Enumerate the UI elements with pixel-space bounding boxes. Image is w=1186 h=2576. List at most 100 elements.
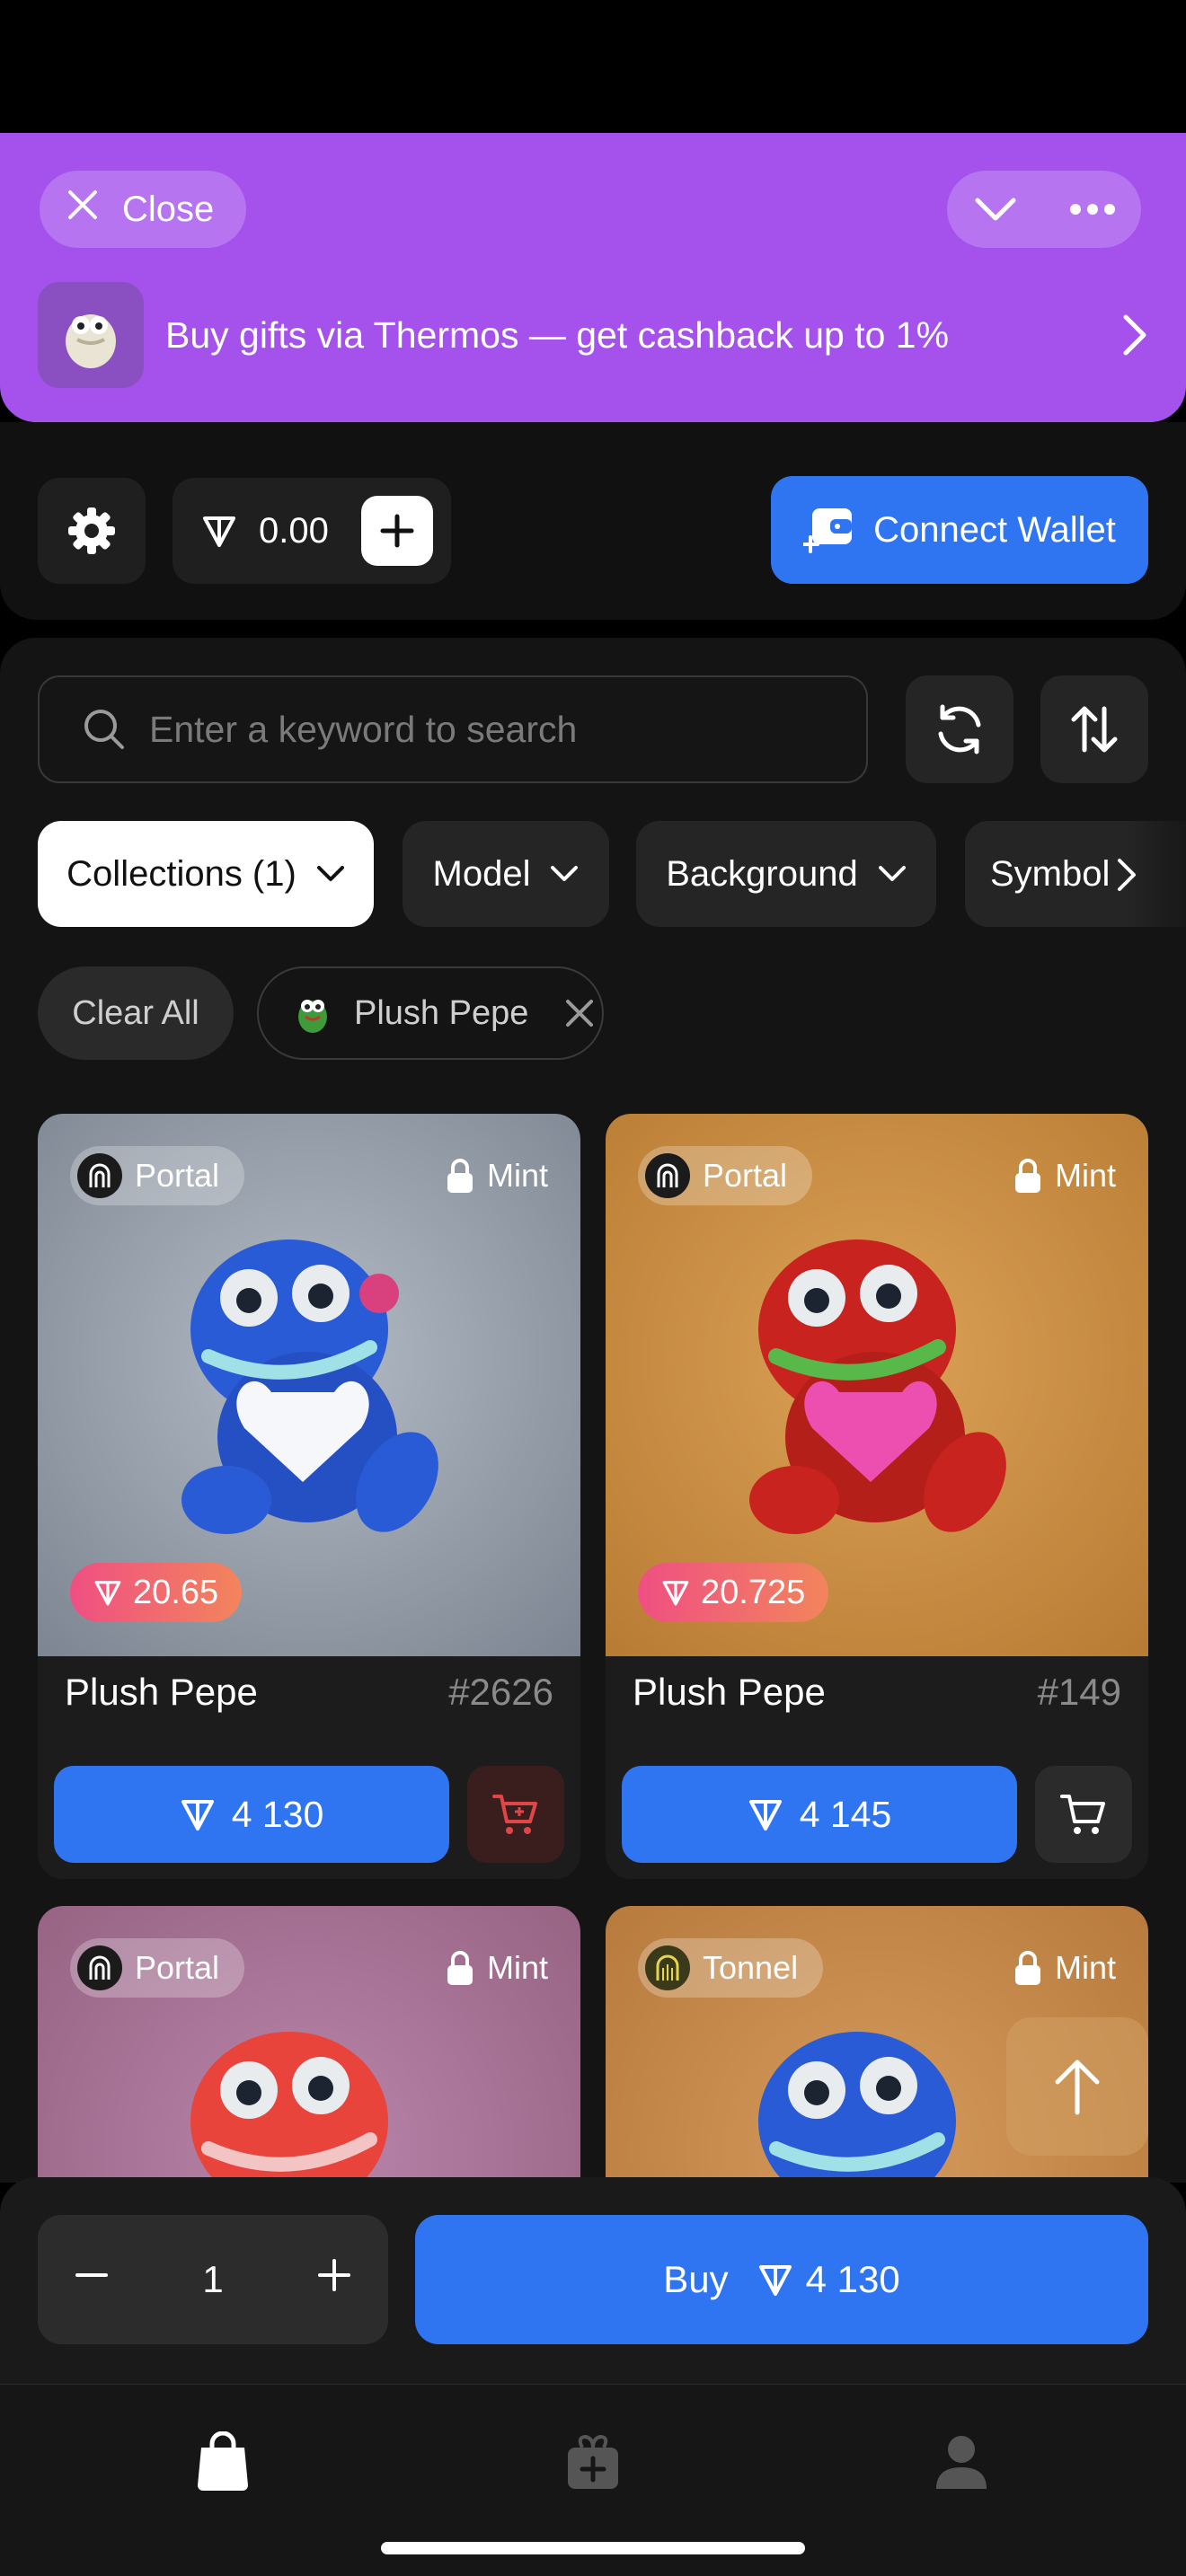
- gear-icon: [68, 507, 115, 554]
- plush-pepe-image: [749, 1239, 1006, 1534]
- chevron-down-icon: [551, 866, 579, 881]
- connect-wallet-button[interactable]: Connect Wallet: [771, 476, 1148, 584]
- add-funds-button[interactable]: [361, 496, 433, 566]
- refresh-icon: [938, 704, 981, 754]
- mint-badge: Mint: [1013, 1938, 1116, 1998]
- lock-icon: [447, 1951, 473, 1985]
- mint-badge: Mint: [1013, 1146, 1116, 1205]
- mint-label: Mint: [486, 1157, 548, 1194]
- quantity-stepper: 1: [38, 2215, 388, 2344]
- buy-button[interactable]: 4 145: [622, 1766, 1017, 1863]
- more-button[interactable]: [1044, 171, 1141, 248]
- search-input[interactable]: [149, 708, 832, 751]
- plush-pepe-image: [190, 2032, 388, 2183]
- source-label: Portal: [135, 1157, 220, 1194]
- gift-card[interactable]: Portal Mint: [38, 1906, 580, 2183]
- buy-button[interactable]: 4 130: [54, 1766, 449, 1863]
- gift-number: #2626: [448, 1671, 553, 1713]
- gift-image: Portal Mint: [38, 1906, 580, 2183]
- market-panel: Collections (1) Model Background Symbol …: [0, 638, 1186, 2183]
- active-filter-tag[interactable]: Plush Pepe: [257, 966, 604, 1060]
- source-badge: Portal: [638, 1146, 813, 1205]
- plus-icon: [317, 2259, 350, 2291]
- cart-button[interactable]: [1035, 1766, 1132, 1863]
- close-icon: [566, 1000, 594, 1027]
- ton-icon: [662, 1581, 689, 1606]
- floor-price: 20.725: [701, 1573, 806, 1611]
- arrow-up-icon: [1055, 2060, 1100, 2115]
- ton-icon: [181, 1800, 214, 1831]
- active-filter-label: Plush Pepe: [354, 993, 529, 1032]
- filter-collections[interactable]: Collections (1): [38, 821, 374, 927]
- settings-button[interactable]: [38, 478, 146, 584]
- close-icon: [65, 187, 101, 232]
- lock-icon: [447, 1159, 473, 1193]
- mint-label: Mint: [1054, 1949, 1116, 1986]
- filter-model[interactable]: Model: [403, 821, 609, 927]
- portal-logo-icon: [77, 1945, 122, 1990]
- gift-card[interactable]: Portal Mint 20.725 Plush Pepe #149 4 145: [606, 1114, 1148, 1879]
- collapse-button[interactable]: [947, 171, 1044, 248]
- plush-pepe-image: [758, 2032, 956, 2183]
- header-actions: [947, 171, 1141, 248]
- source-label: Portal: [703, 1157, 788, 1194]
- scroll-to-top-button[interactable]: [1006, 2017, 1148, 2156]
- buy-price: 4 145: [799, 1793, 892, 1835]
- portal-logo-icon: [77, 1153, 122, 1198]
- tab-market[interactable]: [178, 2417, 268, 2507]
- source-label: Portal: [135, 1949, 220, 1986]
- floor-price-badge: 20.65: [70, 1563, 243, 1622]
- refresh-button[interactable]: [906, 675, 1013, 783]
- clear-all-button[interactable]: Clear All: [38, 966, 234, 1060]
- sort-icon: [1071, 706, 1118, 753]
- decrease-button[interactable]: [74, 2257, 110, 2302]
- promo-text: Buy gifts via Thermos — get cashback up …: [165, 313, 950, 356]
- lock-icon: [1014, 1951, 1040, 1985]
- promo-banner[interactable]: Buy gifts via Thermos — get cashback up …: [38, 282, 1148, 388]
- buy-button[interactable]: Buy 4 130: [415, 2215, 1148, 2344]
- plus-icon: [380, 514, 414, 548]
- filter-background[interactable]: Background: [636, 821, 936, 927]
- portal-logo-icon: [645, 1153, 690, 1198]
- ton-icon: [203, 516, 235, 547]
- purchase-bar: 1 Buy 4 130: [0, 2177, 1186, 2384]
- cart-icon: [492, 1795, 537, 1834]
- ton-icon: [758, 2265, 792, 2296]
- gift-number: #149: [1037, 1671, 1121, 1713]
- balance-box: 0.00: [173, 478, 451, 584]
- chevron-down-icon: [878, 866, 906, 881]
- frog-thumbnail-icon: [298, 1000, 327, 1033]
- wallet-icon: [803, 508, 853, 553]
- promo-header: Close Buy gifts via Thermos — get cashba…: [0, 133, 1186, 422]
- cart-icon: [1060, 1795, 1105, 1834]
- source-badge: Portal: [70, 1146, 245, 1205]
- cart-button[interactable]: [467, 1766, 564, 1863]
- promo-thumbnail: [38, 282, 144, 388]
- buy-label: Buy: [663, 2258, 729, 2300]
- search-box[interactable]: [38, 675, 868, 783]
- source-badge: Tonnel: [638, 1938, 824, 1998]
- chevron-right-icon: [1118, 859, 1136, 891]
- buy-total-value: 4 130: [805, 2258, 900, 2300]
- gift-card[interactable]: Portal Mint 20.65 Plush Pepe #2626 4 130: [38, 1114, 580, 1879]
- close-button[interactable]: Close: [40, 171, 246, 248]
- minus-icon: [75, 2273, 108, 2277]
- close-label: Close: [122, 189, 215, 229]
- sort-button[interactable]: [1040, 675, 1148, 783]
- gift-title: Plush Pepe: [633, 1671, 826, 1713]
- floor-price-badge: 20.725: [638, 1563, 829, 1622]
- balance-value: 0.00: [259, 510, 329, 551]
- home-indicator: [381, 2542, 805, 2554]
- source-label: Tonnel: [703, 1949, 799, 1986]
- tab-gifts[interactable]: [548, 2417, 638, 2507]
- wallet-bar: 0.00 Connect Wallet: [0, 422, 1186, 620]
- plush-pepe-image: [181, 1239, 438, 1534]
- increase-button[interactable]: [316, 2257, 352, 2302]
- filter-symbol[interactable]: Symbol: [965, 821, 1186, 927]
- tab-profile[interactable]: [916, 2417, 1006, 2507]
- gift-title: Plush Pepe: [65, 1671, 258, 1713]
- chevron-right-icon: [1094, 313, 1148, 357]
- floor-price: 20.65: [133, 1573, 219, 1611]
- search-icon: [84, 710, 124, 749]
- ton-icon: [748, 1800, 782, 1831]
